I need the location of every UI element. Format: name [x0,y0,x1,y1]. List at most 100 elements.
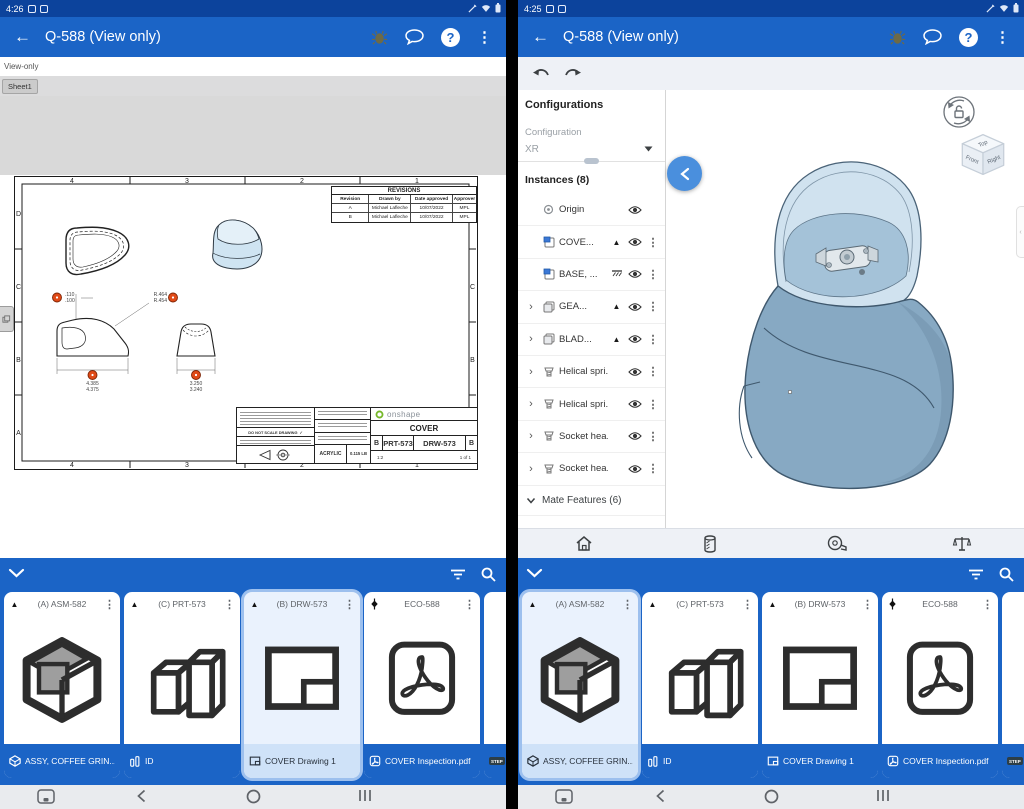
visibility-eye-icon[interactable] [625,464,645,474]
expand-chevron-icon[interactable]: › [524,463,538,475]
zone-row-label: C [470,284,475,291]
expand-chevron-icon[interactable]: › [524,301,538,313]
redo-icon[interactable] [564,67,582,81]
row-menu-icon[interactable]: ⋮ [647,300,659,313]
filter-icon[interactable] [968,569,984,580]
comment-icon[interactable] [405,29,424,45]
visibility-eye-icon[interactable] [625,302,645,312]
nav-home-icon[interactable] [246,789,261,804]
nav-back-icon[interactable] [656,789,665,803]
row-menu-icon[interactable]: ⋮ [647,268,659,281]
visibility-eye-icon[interactable] [625,367,645,377]
panel-resize-handle[interactable] [584,158,599,164]
collapse-chevron-icon[interactable] [526,497,536,504]
document-tab-card-prt[interactable]: ▲(C) PRT-573⋮ ID [642,592,758,778]
mate-features-section[interactable]: Mate Features (6) [518,486,665,516]
mass-properties-icon[interactable] [952,534,972,554]
bug-report-icon[interactable] [371,30,388,45]
tab-sheet1[interactable]: Sheet1 [2,79,38,94]
row-menu-icon[interactable]: ⋮ [647,398,659,411]
undo-icon[interactable] [532,67,550,81]
card-menu-icon[interactable]: ⋮ [622,598,633,611]
nav-back-icon[interactable] [137,789,146,803]
instance-row-socket-head-screw[interactable]: › Socket hea... ⋮ [518,453,665,485]
collapse-panel-chevron-icon[interactable] [8,568,25,578]
pencil-icon [986,4,995,13]
row-menu-icon[interactable]: ⋮ [647,462,659,475]
drawing-canvas[interactable]: 4 3 2 1 4 3 2 1 D C B A D C B A [0,96,506,558]
right-panel-handle[interactable]: ‹ [1016,206,1024,258]
document-tab-card-eco[interactable]: ECO-588⋮ COVER Inspection.pdf [364,592,480,778]
screenshot-icon[interactable] [37,789,55,804]
workflow-state-icon: ▲ [767,600,778,609]
document-tab-card-asm[interactable]: ▲(A) ASM-582⋮ ASSY, COFFEE GRIN... [4,592,120,778]
overflow-menu-icon[interactable]: ⋮ [995,28,1010,46]
overflow-menu-icon[interactable]: ⋮ [477,28,492,46]
instance-row-base[interactable]: BASE, ... ⋮ [518,259,665,291]
document-tab-card-drw[interactable]: ▲(B) DRW-573⋮ COVER Drawing 1 [244,592,360,778]
document-tab-card-step-partial[interactable]: STEP [1002,592,1024,778]
instance-row-blade-subassembly[interactable]: › BLAD... ▲ ⋮ [518,324,665,356]
view-rotation-lock-icon[interactable] [939,92,979,132]
dropdown-caret-icon[interactable] [644,146,653,152]
instance-row-gear-subassembly[interactable]: › GEA... ▲ ⋮ [518,291,665,323]
expand-chevron-icon[interactable]: › [524,333,538,345]
card-menu-icon[interactable]: ⋮ [344,598,355,611]
collapse-panel-chevron-icon[interactable] [526,568,543,578]
visibility-eye-icon[interactable] [625,334,645,344]
card-footer: ID [124,744,240,778]
view-cube[interactable]: Top Front Right [954,128,1012,186]
visibility-eye-icon[interactable] [625,205,645,215]
card-menu-icon[interactable]: ⋮ [104,598,115,611]
search-icon[interactable] [999,567,1014,582]
row-menu-icon[interactable]: ⋮ [647,333,659,346]
card-menu-icon[interactable]: ⋮ [742,598,753,611]
document-tab-card-eco[interactable]: ECO-588⋮ COVER Inspection.pdf [882,592,998,778]
row-menu-icon[interactable]: ⋮ [647,236,659,249]
section-view-icon[interactable] [700,534,720,554]
nav-recents-icon[interactable] [876,789,890,802]
expand-chevron-icon[interactable]: › [524,366,538,378]
canvas-background [0,96,506,175]
home-view-icon[interactable] [574,534,594,554]
back-arrow-button[interactable]: ← [14,27,31,47]
sheet-list-handle[interactable] [0,306,14,332]
card-menu-icon[interactable]: ⋮ [224,598,235,611]
collapse-panel-fab[interactable] [667,156,702,191]
row-menu-icon[interactable]: ⋮ [647,430,659,443]
wifi-icon [999,4,1009,13]
visibility-eye-icon[interactable] [625,431,645,441]
comment-icon[interactable] [923,29,942,45]
bug-report-icon[interactable] [889,30,906,45]
row-menu-icon[interactable]: ⋮ [647,365,659,378]
document-tab-card-asm[interactable]: ▲(A) ASM-582⋮ ASSY, COFFEE GRIN... [522,592,638,778]
instance-row-socket-head-screw[interactable]: › Socket hea... ⋮ [518,421,665,453]
configuration-dropdown[interactable]: XR [525,144,539,155]
measure-icon[interactable] [826,534,848,554]
sheet-tab-strip: Sheet1 [0,76,506,96]
document-tab-card-drw[interactable]: ▲(B) DRW-573⋮ COVER Drawing 1 [762,592,878,778]
filter-icon[interactable] [450,569,466,580]
document-tab-card-step-partial[interactable]: STEP [484,592,506,778]
card-menu-icon[interactable]: ⋮ [464,598,475,611]
visibility-eye-icon[interactable] [625,237,645,247]
screenshot-icon[interactable] [555,789,573,804]
nav-home-icon[interactable] [764,789,779,804]
document-tab-card-prt[interactable]: ▲(C) PRT-573⋮ ID [124,592,240,778]
expand-chevron-icon[interactable]: › [524,430,538,442]
card-menu-icon[interactable]: ⋮ [862,598,873,611]
instance-row-helical-spring[interactable]: › Helical spri... ⋮ [518,356,665,388]
instance-row-origin[interactable]: Origin [518,194,665,226]
instance-row-cover[interactable]: COVE... ▲ ⋮ [518,226,665,258]
search-icon[interactable] [481,567,496,582]
instance-row-helical-spring[interactable]: › Helical spri... ⋮ [518,388,665,420]
visibility-eye-icon[interactable] [625,269,645,279]
back-arrow-button[interactable]: ← [532,27,549,47]
expand-chevron-icon[interactable]: › [524,398,538,410]
help-icon[interactable]: ? [959,28,978,47]
help-icon[interactable]: ? [441,28,460,47]
nav-recents-icon[interactable] [358,789,372,802]
dim-length-lower: 4.375 [86,387,99,393]
visibility-eye-icon[interactable] [625,399,645,409]
card-menu-icon[interactable]: ⋮ [982,598,993,611]
